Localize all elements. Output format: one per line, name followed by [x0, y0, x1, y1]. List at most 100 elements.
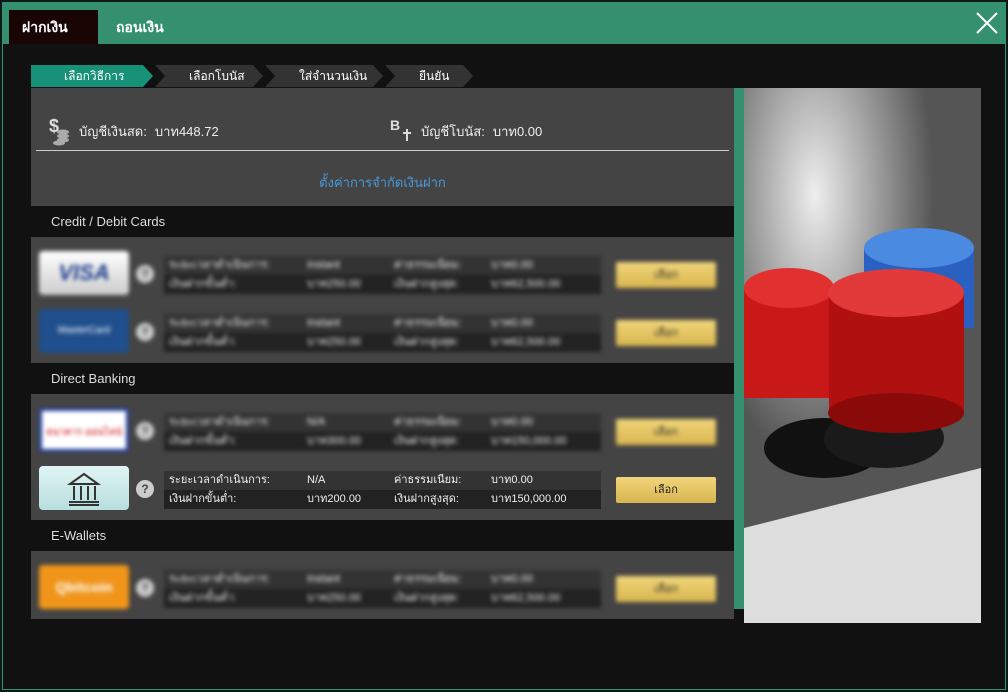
- tab-deposit[interactable]: ฝากเงิน: [9, 10, 98, 44]
- deposit-limit-link[interactable]: ตั้งค่าการจำกัดเงินฝาก: [31, 172, 734, 193]
- deposit-modal: ฝากเงิน ถอนเงิน เลือกวิธีการ เลือกโบนัส …: [2, 2, 1006, 690]
- payment-method-row: Qbitcoin ? ระยะเวลาดำเนินการ: Instant ค่าธ…: [31, 556, 734, 614]
- divider: [36, 150, 729, 151]
- max-label: เงินฝากสูงสุด:: [394, 336, 459, 348]
- bank-icon: [66, 472, 102, 506]
- cash-balance-label: บัญชีเงินสด:: [79, 123, 147, 139]
- time-label: ระยะเวลาดำเนินการ:: [169, 317, 270, 329]
- min-value: บาท250.00: [307, 278, 362, 290]
- balance-panel: $ บัญชีเงินสด: บาท448.72 B บัญชีโบนัส: บ…: [31, 88, 734, 206]
- select-button[interactable]: เลือก: [616, 320, 716, 346]
- payment-method-row: MasterCard ? ระยะเวลาดำเนินการ: Instant ค่…: [31, 300, 734, 358]
- select-button[interactable]: เลือก: [616, 576, 716, 602]
- section-header: Credit / Debit Cards: [31, 206, 734, 237]
- casino-chips-image: [744, 88, 981, 623]
- payment-logo: VISA: [39, 251, 129, 295]
- min-label: เงินฝากขั้นต่ำ:: [169, 493, 237, 505]
- step-indicator: เลือกวิธีการ เลือกโบนัส ใส่จำนวนเงิน ยืน…: [31, 65, 475, 87]
- time-value: Instant: [307, 259, 341, 271]
- fee-label: ค่าธรรมเนียม:: [394, 416, 462, 428]
- time-label: ระยะเวลาดำเนินการ:: [169, 416, 270, 428]
- fee-value: บาท0.00: [491, 474, 533, 486]
- methods-panel: $ บัญชีเงินสด: บาท448.72 B บัญชีโบนัส: บ…: [31, 88, 734, 623]
- step-choose-method: เลือกวิธีการ: [31, 65, 153, 87]
- method-info: ระยะเวลาดำเนินการ: Instant ค่าธรรมเนียม: บา…: [164, 314, 601, 352]
- cash-balance-value: บาท448.72: [154, 123, 219, 139]
- help-icon[interactable]: ?: [136, 265, 154, 283]
- method-info: ระยะเวลาดำเนินการ: Instant ค่าธรรมเนียม: บา…: [164, 570, 601, 608]
- max-value: บาท150,000.00: [491, 435, 567, 447]
- svg-text:B: B: [390, 117, 400, 133]
- max-value: บาท62,500.00: [491, 336, 561, 348]
- min-label: เงินฝากขั้นต่ำ:: [169, 592, 237, 604]
- close-icon[interactable]: [975, 11, 999, 35]
- help-icon[interactable]: ?: [136, 480, 154, 498]
- select-button[interactable]: เลือก: [616, 262, 716, 288]
- fee-label: ค่าธรรมเนียม:: [394, 317, 462, 329]
- select-button[interactable]: เลือก: [616, 477, 716, 503]
- min-value: บาท250.00: [307, 336, 362, 348]
- cash-coins-icon: $: [49, 116, 69, 146]
- step-confirm: ยืนยัน: [385, 65, 473, 87]
- method-info: ระยะเวลาดำเนินการ: N/A ค่าธรรมเนียม: บาท0.0…: [164, 471, 601, 509]
- payment-logo-text: ธนาคาร ออนไลน์: [46, 427, 122, 438]
- time-value: Instant: [307, 573, 341, 585]
- help-icon[interactable]: ?: [136, 422, 154, 440]
- max-label: เงินฝากสูงสุด:: [394, 278, 459, 290]
- min-value: บาท300.00: [307, 435, 362, 447]
- payment-logo: Qbitcoin: [39, 565, 129, 609]
- step-choose-bonus: เลือกโบนัส: [155, 65, 263, 87]
- payment-method-row: ? ระยะเวลาดำเนินการ: N/A ค่าธรรมเนียม: บาท0…: [31, 457, 734, 515]
- max-value: บาท150,000.00: [491, 493, 567, 505]
- method-list: VISA ? ระยะเวลาดำเนินการ: Instant ค่าธรรมเ…: [31, 237, 734, 363]
- time-label: ระยะเวลาดำเนินการ:: [169, 474, 270, 486]
- time-label: ระยะเวลาดำเนินการ:: [169, 259, 270, 271]
- payment-logo-text: Qbitcoin: [55, 579, 113, 595]
- min-value: บาท200.00: [307, 493, 362, 505]
- time-value: Instant: [307, 317, 341, 329]
- min-label: เงินฝากขั้นต่ำ:: [169, 336, 237, 348]
- modal-header: ฝากเงิน ถอนเงิน: [3, 3, 1005, 44]
- section-header: Direct Banking: [31, 363, 734, 394]
- select-button[interactable]: เลือก: [616, 419, 716, 445]
- fee-value: บาท0.00: [491, 259, 533, 271]
- max-value: บาท62,500.00: [491, 278, 561, 290]
- method-info: ระยะเวลาดำเนินการ: N/A ค่าธรรมเนียม: บาท0.0…: [164, 413, 601, 451]
- max-label: เงินฝากสูงสุด:: [394, 493, 459, 505]
- bonus-balance: B บัญชีโบนัส: บาท0.00: [389, 116, 542, 146]
- bonus-balance-value: บาท0.00: [492, 123, 543, 139]
- payment-logo-text: MasterCard: [57, 325, 111, 336]
- fee-value: บาท0.00: [491, 573, 533, 585]
- fee-label: ค่าธรรมเนียม:: [394, 259, 462, 271]
- max-value: บาท62,500.00: [491, 592, 561, 604]
- time-value: N/A: [307, 474, 326, 486]
- payment-logo: [39, 466, 129, 510]
- payment-logo-text: VISA: [58, 260, 110, 285]
- fee-value: บาท0.00: [491, 317, 533, 329]
- method-list: ธนาคาร ออนไลน์ ? ระยะเวลาดำเนินการ: N/A ค่…: [31, 394, 734, 520]
- scrollbar-thumb[interactable]: [734, 88, 744, 609]
- fee-label: ค่าธรรมเนียม:: [394, 573, 462, 585]
- method-list: Qbitcoin ? ระยะเวลาดำเนินการ: Instant ค่าธ…: [31, 551, 734, 619]
- max-label: เงินฝากสูงสุด:: [394, 435, 459, 447]
- step-enter-amount: ใส่จำนวนเงิน: [265, 65, 383, 87]
- scrollbar[interactable]: [734, 88, 744, 623]
- help-icon[interactable]: ?: [136, 579, 154, 597]
- min-value: บาท250.00: [307, 592, 362, 604]
- fee-value: บาท0.00: [491, 416, 533, 428]
- bonus-icon: B: [390, 117, 411, 141]
- payment-method-row: ธนาคาร ออนไลน์ ? ระยะเวลาดำเนินการ: N/A ค่…: [31, 399, 734, 457]
- payment-logo: MasterCard: [39, 309, 129, 353]
- cash-balance: $ บัญชีเงินสด: บาท448.72: [47, 116, 219, 146]
- time-label: ระยะเวลาดำเนินการ:: [169, 573, 270, 585]
- help-icon[interactable]: ?: [136, 323, 154, 341]
- bonus-balance-label: บัญชีโบนัส:: [421, 123, 485, 139]
- max-label: เงินฝากสูงสุด:: [394, 592, 459, 604]
- tab-withdraw[interactable]: ถอนเงิน: [103, 10, 177, 44]
- section-header: E-Wallets: [31, 520, 734, 551]
- time-value: N/A: [307, 416, 326, 428]
- min-label: เงินฝากขั้นต่ำ:: [169, 278, 237, 290]
- min-label: เงินฝากขั้นต่ำ:: [169, 435, 237, 447]
- payment-logo: ธนาคาร ออนไลน์: [39, 408, 129, 452]
- fee-label: ค่าธรรมเนียม:: [394, 474, 462, 486]
